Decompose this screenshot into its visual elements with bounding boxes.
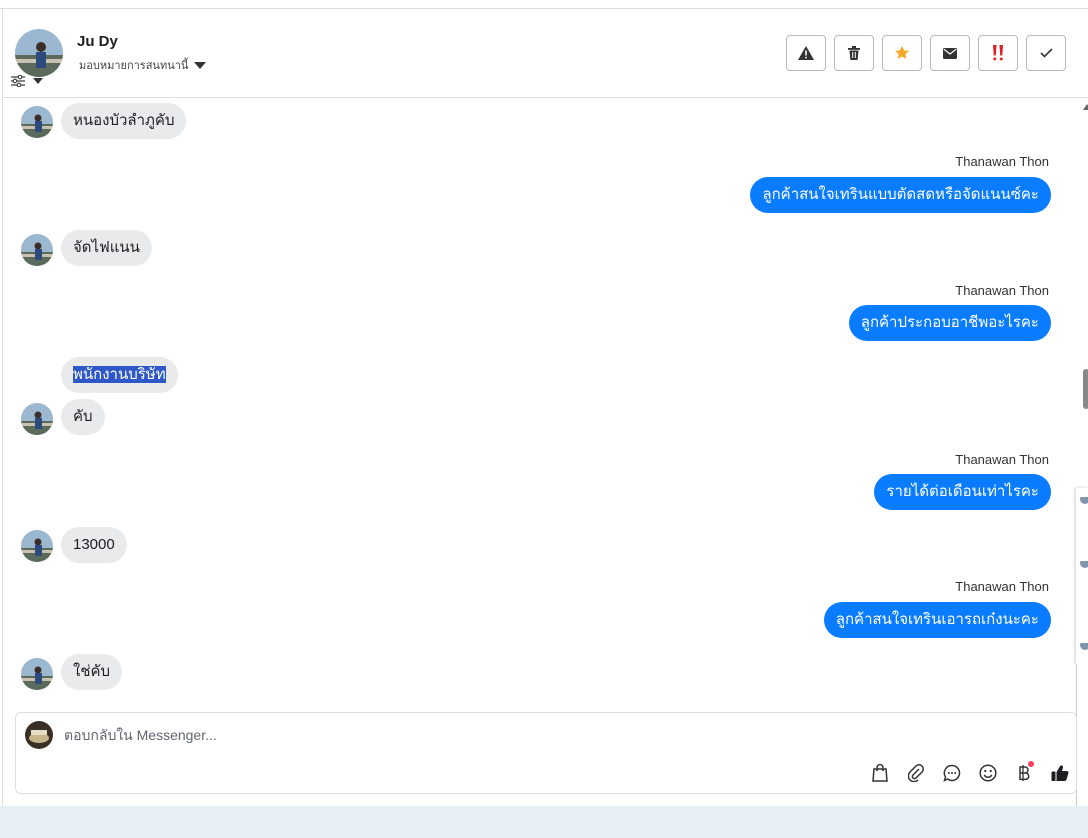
contact-avatar-small: [21, 403, 53, 435]
incoming-message[interactable]: จัดไฟแนน: [61, 230, 152, 266]
incoming-message[interactable]: 13000: [61, 527, 127, 563]
chat-bubble-icon: [943, 764, 961, 782]
scroll-up-arrow-icon[interactable]: [1083, 104, 1088, 110]
contact-avatar-small: [21, 106, 53, 138]
composer-tools: [868, 761, 1072, 785]
filter-settings-button[interactable]: [11, 75, 43, 87]
contact-avatar-small: [21, 234, 53, 266]
chevron-down-icon: [194, 61, 207, 69]
paperclip-icon: [908, 764, 924, 782]
shopping-bag-icon: [872, 764, 888, 782]
panel-avatar: [1080, 494, 1088, 504]
outgoing-message[interactable]: ลูกค้าประกอบอาชีพอะไรคะ: [848, 305, 1051, 341]
incoming-message[interactable]: หนองบัวลำภูคับ: [61, 103, 187, 139]
emoji-button[interactable]: [976, 761, 1000, 785]
sender-name: Thanawan Thon: [955, 452, 1049, 467]
incoming-message[interactable]: ใช่คับ: [61, 654, 123, 690]
selected-text: พนักงานบริษัท: [73, 366, 166, 383]
assign-label: มอบหมายการสนทนานี้: [79, 60, 189, 72]
conversation-header: Ju Dy มอบหมายการสนทนานี้: [3, 9, 1088, 98]
bottom-bar: [0, 806, 1088, 838]
incoming-message[interactable]: คับ: [61, 399, 105, 435]
contact-name: Ju Dy: [77, 33, 118, 50]
incoming-message[interactable]: พนักงานบริษัท: [61, 357, 178, 393]
reply-composer: [15, 712, 1077, 794]
scroll-thumb[interactable]: [1083, 369, 1088, 409]
checkmark-icon: [1039, 48, 1053, 58]
like-button[interactable]: [1048, 761, 1072, 785]
contact-avatar[interactable]: [15, 29, 63, 77]
reply-input[interactable]: [64, 727, 764, 743]
star-icon: [895, 46, 909, 59]
messenger-conversation: Ju Dy มอบหมายการสนทนานี้ หนองบัวลำภูคับ …: [0, 0, 1088, 838]
message-thread[interactable]: หนองบัวลำภูคับ Thanawan Thon ลูกค้าสนใจเ…: [3, 98, 1075, 710]
sender-name: Thanawan Thon: [955, 283, 1049, 298]
contact-avatar-small: [21, 530, 53, 562]
sender-name: Thanawan Thon: [955, 579, 1049, 594]
warning-icon: [798, 46, 814, 60]
mark-unread-button[interactable]: [930, 35, 970, 71]
attach-file-button[interactable]: [904, 761, 928, 785]
outgoing-message[interactable]: รายได้ต่อเดือนเท่าไรคะ: [874, 474, 1051, 510]
mark-done-button[interactable]: [1026, 35, 1066, 71]
side-panel-lower: [1076, 664, 1088, 820]
chevron-down-icon: [33, 78, 43, 84]
page-avatar: [25, 721, 53, 749]
shopping-bag-button[interactable]: [868, 761, 892, 785]
panel-avatar: [1080, 640, 1088, 650]
thumbs-up-icon: [1051, 765, 1069, 781]
mark-important-button[interactable]: [978, 35, 1018, 71]
outgoing-message[interactable]: ลูกค้าสนใจเทรินแบบตัดสดหรือจัดแนนซ์คะ: [750, 177, 1051, 213]
delete-button[interactable]: [834, 35, 874, 71]
mark-spam-button[interactable]: [786, 35, 826, 71]
trash-icon: [848, 46, 860, 60]
notification-dot: [1028, 761, 1034, 767]
panel-avatar: [1080, 558, 1088, 568]
assign-conversation-dropdown[interactable]: มอบหมายการสนทนานี้: [79, 56, 207, 74]
header-actions: [786, 35, 1066, 71]
emoji-icon: [979, 764, 997, 782]
side-panel-edge[interactable]: [1076, 488, 1088, 664]
payment-button[interactable]: [1012, 761, 1036, 785]
star-button[interactable]: [882, 35, 922, 71]
double-exclamation-icon: [993, 45, 1003, 61]
sender-name: Thanawan Thon: [955, 154, 1049, 169]
envelope-icon: [943, 47, 957, 59]
baht-icon: [1019, 765, 1030, 781]
saved-replies-button[interactable]: [940, 761, 964, 785]
sliders-icon: [11, 75, 25, 87]
contact-avatar-small: [21, 658, 53, 690]
outgoing-message[interactable]: ลูกค้าสนใจเทรินเอารถเก๋งนะคะ: [823, 602, 1051, 638]
